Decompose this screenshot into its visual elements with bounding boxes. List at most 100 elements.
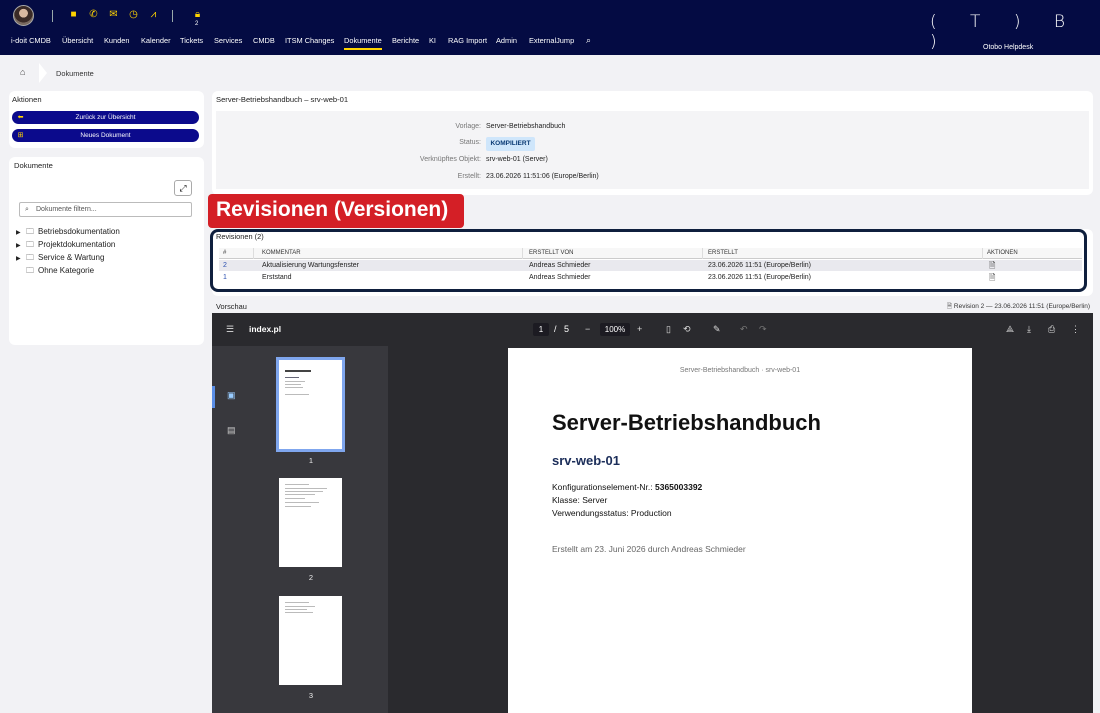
folder-icon: 🗀 (26, 227, 34, 236)
folder-icon: 🗀 (26, 266, 34, 275)
search-icon[interactable]: ⌕ (586, 35, 591, 46)
menu-item-dokumente[interactable]: Dokumente (344, 36, 382, 50)
menu-item-rag-import[interactable]: RAG Import (448, 36, 487, 45)
home-icon[interactable]: ⌂ (20, 67, 25, 77)
folder-icon: 🗀 (26, 253, 34, 262)
fit-page-icon[interactable]: ▯ (666, 323, 671, 335)
menu-item-externaljump[interactable]: ExternalJump (529, 36, 574, 45)
page-thumbnail[interactable] (279, 478, 342, 567)
table-row[interactable]: 1 Erststand Andreas Schmieder 23.06.2026… (219, 272, 1082, 283)
pdf-title: Server-Betriebshandbuch (552, 410, 821, 435)
pdf-running-header: Server-Betriebshandbuch · srv-web-01 (679, 367, 801, 374)
redo-icon[interactable]: ↷ (759, 323, 767, 335)
tree-item-ohne-kategorie[interactable]: 🗀 Ohne Kategorie (16, 265, 94, 279)
tree-item-projektdokumentation[interactable]: ▶ 🗀 Projektdokumentation (16, 239, 115, 253)
preview-title: Vorschau (216, 302, 247, 311)
thumbnails-icon[interactable]: ▣ (227, 390, 236, 401)
pdf-file-icon[interactable]: 🗎 (989, 260, 995, 271)
pdf-status: Verwendungsstatus: Production (552, 508, 672, 518)
revision-comment: Erststand (262, 274, 292, 281)
annotate-icon[interactable]: ✎ (713, 323, 721, 335)
col-erstellt: ERSTELLT (708, 250, 738, 256)
pdf-file-icon[interactable]: 🗎 (989, 272, 995, 283)
sidebar-toggle-icon[interactable]: ☰ (226, 323, 234, 335)
page-number-input[interactable]: 1 (533, 323, 549, 336)
pdf-created-note: Erstellt am 23. Juni 2026 durch Andreas … (552, 544, 746, 554)
tree-item-betriebsdokumentation[interactable]: ▶ 🗀 Betriebsdokumentation (16, 226, 120, 240)
documents-title: Dokumente (14, 161, 53, 170)
lock-icon[interactable]: 🔒︎ (192, 10, 203, 20)
menu-item-uebersicht[interactable]: Übersicht (62, 36, 93, 45)
active-tab-indicator (212, 386, 215, 408)
table-row[interactable]: 2 Aktualisierung Wartungsfenster Andreas… (219, 260, 1082, 271)
col-divider (702, 248, 703, 259)
menu-item-idoit[interactable]: i-doit CMDB (11, 36, 51, 45)
folder-icon: 🗀 (26, 240, 34, 249)
tree-item-label: Betriebsdokumentation (38, 227, 120, 236)
caret-right-icon[interactable]: ▶ (16, 242, 26, 249)
status-label: Status: (459, 139, 481, 146)
revision-author: Andreas Schmieder (529, 262, 591, 269)
tree-item-service-wartung[interactable]: ▶ 🗀 Service & Wartung (16, 252, 104, 266)
page-thumbnail[interactable] (279, 596, 342, 685)
user-avatar[interactable] (13, 5, 34, 26)
filter-placeholder: Dokumente filtern... (36, 206, 97, 213)
more-options-icon[interactable]: ⋮ (1071, 323, 1080, 335)
actions-title: Aktionen (12, 95, 42, 104)
col-divider (522, 248, 523, 259)
phone-icon[interactable]: ✆ (88, 10, 99, 20)
plus-icon: ⊞ (17, 132, 24, 139)
col-kommentar: KOMMENTAR (262, 250, 301, 256)
caret-right-icon[interactable]: ▶ (16, 255, 26, 262)
document-title: Server-Betriebshandbuch – srv-web-01 (216, 95, 349, 104)
zoom-in-icon[interactable]: + (637, 323, 642, 335)
page-total: 5 (564, 324, 570, 334)
revision-number-link[interactable]: 2 (223, 260, 227, 271)
thumbnail-label: 2 (308, 573, 314, 582)
undo-icon[interactable]: ↶ (740, 323, 748, 335)
objekt-value: srv-web-01 (Server) (486, 156, 548, 163)
menu-item-cmdb[interactable]: CMDB (253, 36, 275, 45)
clock-icon[interactable]: ◷ (128, 10, 139, 20)
rotate-icon[interactable]: ⟲ (683, 323, 691, 335)
revision-date: 23.06.2026 11:51 (Europe/Berlin) (708, 262, 811, 269)
page-thumbnail[interactable] (276, 357, 345, 452)
documents-filter-input[interactable]: ⌕ Dokumente filtern... (19, 202, 192, 217)
outline-icon[interactable]: ▤ (227, 425, 236, 436)
zoom-out-icon[interactable]: − (585, 323, 590, 335)
expand-icon[interactable]: ⤢ (174, 180, 192, 196)
menu-item-itsm-changes[interactable]: ITSM Changes (285, 36, 334, 45)
thumbnail-label: 3 (308, 691, 314, 700)
caret-right-icon[interactable]: ▶ (16, 229, 26, 236)
viewer-side-tabs: ▣ ▤ (212, 346, 252, 713)
file-icon: 🗎 (946, 303, 953, 310)
download-icon[interactable]: ⤓ (1027, 323, 1031, 335)
revision-date: 23.06.2026 11:51 (Europe/Berlin) (708, 274, 811, 281)
menu-item-services[interactable]: Services (214, 36, 242, 45)
new-document-button[interactable]: ⊞ Neues Dokument (12, 129, 199, 142)
menu-item-kalender[interactable]: Kalender (141, 36, 171, 45)
pdf-canvas: Server-Betriebshandbuch · srv-web-01 Ser… (388, 346, 1093, 713)
menu-item-kunden[interactable]: Kunden (104, 36, 129, 45)
erstellt-value: 23.06.2026 11:51:06 (Europe/Berlin) (486, 173, 599, 180)
tree-item-label: Ohne Kategorie (38, 266, 95, 275)
search-icon: ⌕ (25, 206, 29, 213)
col-erstellt-von: ERSTELLT VON (529, 250, 574, 256)
pdf-toolbar: ☰ index.pl 1 / 5 − 100% + ▯ ⟲ ✎ ↶ ↷ ⟁ ⤓ … (212, 313, 1093, 346)
chart-icon[interactable]: ⩘ (148, 10, 159, 20)
mail-icon[interactable]: ✉ (108, 10, 119, 20)
back-to-overview-button[interactable]: ⬅ Zurück zur Übersicht (12, 111, 199, 124)
share-icon[interactable]: ⟁ (1006, 323, 1014, 335)
menu-item-ki[interactable]: KI (429, 36, 436, 45)
zoom-level[interactable]: 100% (600, 323, 630, 336)
pdf-ci-value: 5365003392 (655, 482, 703, 492)
revision-author: Andreas Schmieder (529, 274, 591, 281)
pdf-ci-label: Konfigurationselement-Nr.: (552, 482, 655, 492)
menu-item-berichte[interactable]: Berichte (392, 36, 419, 45)
nav-divider (52, 10, 53, 22)
print-icon[interactable]: ⎙ (1048, 323, 1055, 335)
menu-item-tickets[interactable]: Tickets (180, 36, 203, 45)
revision-number-link[interactable]: 1 (223, 272, 227, 283)
folder-icon[interactable]: ■ (68, 10, 79, 20)
menu-item-admin[interactable]: Admin (496, 36, 517, 45)
